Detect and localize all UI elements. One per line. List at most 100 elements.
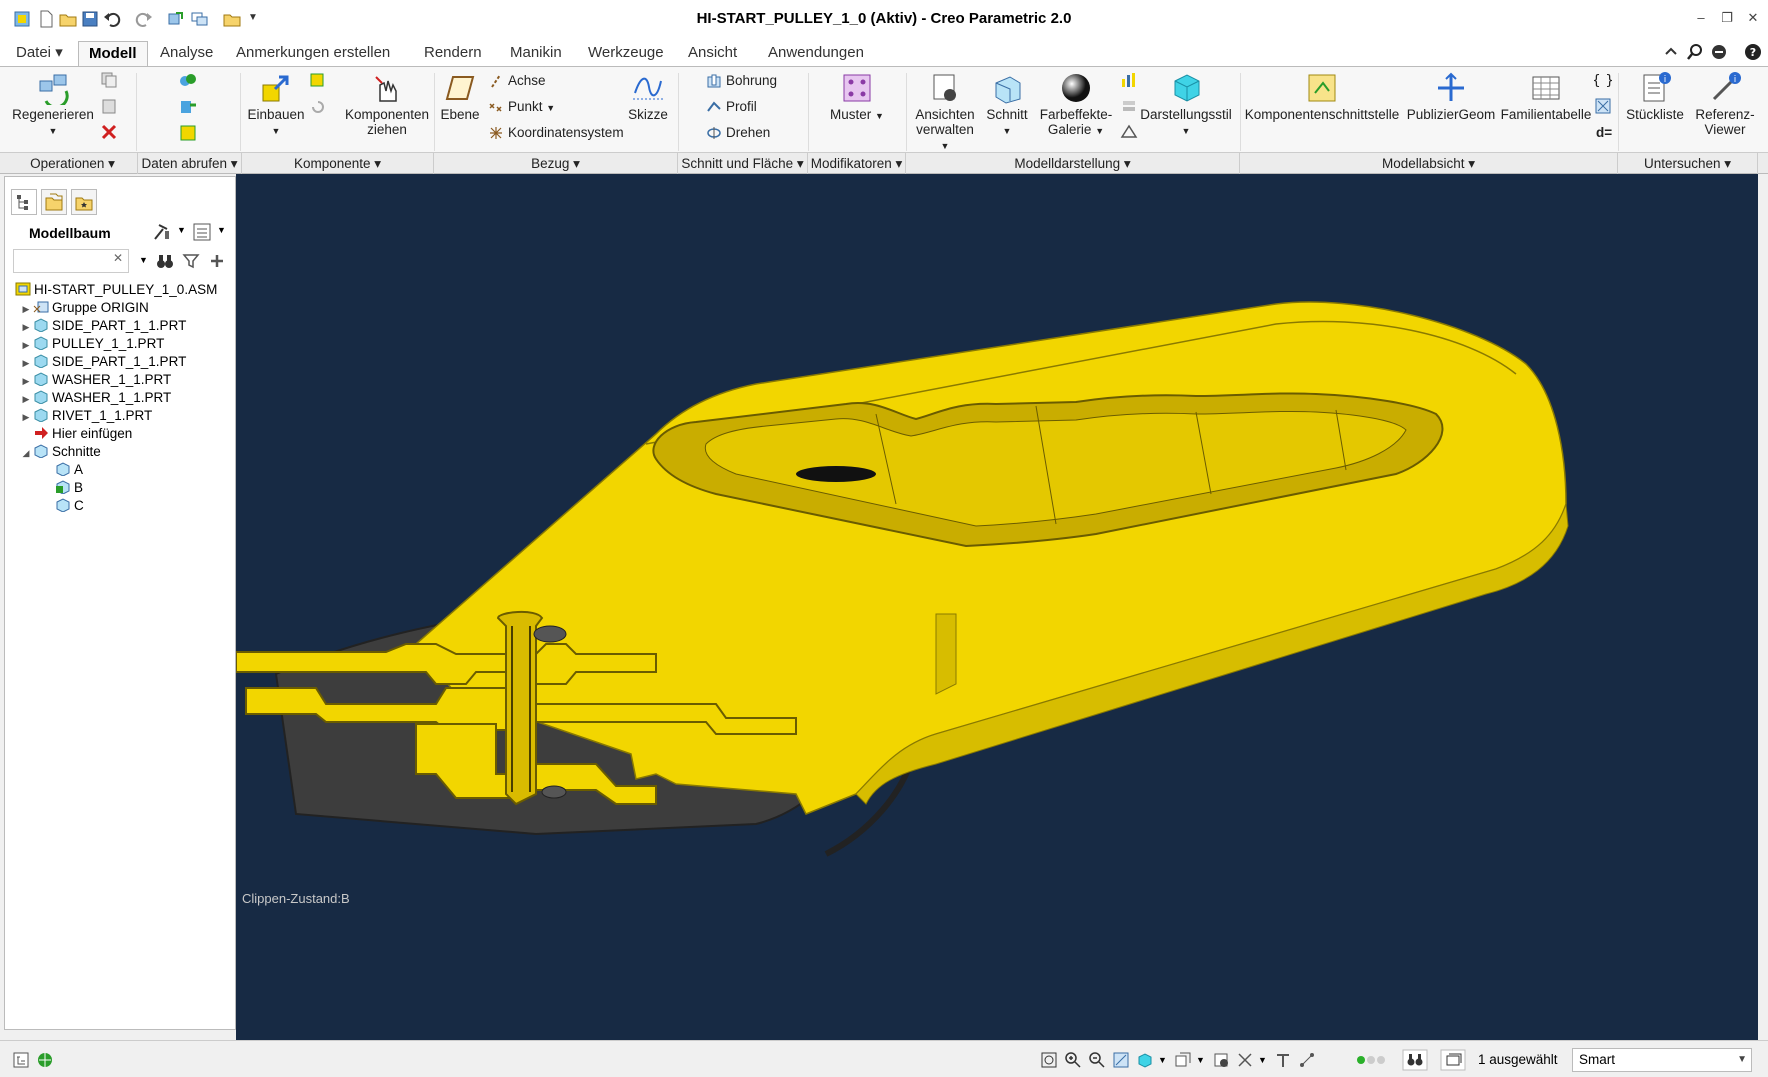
graphics-viewport[interactable] — [235, 174, 1758, 1040]
expand-icon[interactable]: ▶ — [19, 390, 33, 408]
display-style-small-icon[interactable] — [1136, 1051, 1154, 1069]
expand-icon[interactable]: ▶ — [19, 336, 33, 354]
tree-item-side-part-1[interactable]: ▶ SIDE_PART_1_1.PRT — [19, 317, 187, 336]
einbauen-button[interactable]: Einbauen ▼ — [246, 71, 306, 139]
expand-icon[interactable]: ▶ — [19, 372, 33, 390]
tab-favorites[interactable] — [71, 189, 97, 215]
create-component-icon[interactable] — [308, 71, 328, 91]
tree-settings-dropdown-icon[interactable]: ▼ — [177, 225, 186, 235]
perspective-icon[interactable] — [1120, 123, 1138, 141]
drehen-button[interactable]: Drehen — [706, 123, 770, 143]
tab-anmerkungen-erstellen[interactable]: Anmerkungen erstellen — [226, 41, 400, 66]
tab-werkzeuge[interactable]: Werkzeuge — [578, 41, 674, 66]
group-modellabsicht[interactable]: Modellabsicht ▾ — [1240, 153, 1618, 174]
farbeffekte-galerie-button[interactable]: Farbeffekte- Galerie ▼ — [1036, 71, 1116, 139]
tree-item-section-c[interactable]: C — [55, 497, 84, 515]
datum-display-icon[interactable] — [1236, 1051, 1254, 1069]
koordinatensystem-button[interactable]: Koordinatensystem — [488, 123, 624, 143]
expand-icon[interactable]: ▶ — [19, 318, 33, 336]
tab-folder-browser[interactable] — [41, 189, 67, 215]
expand-icon[interactable]: ▶ — [19, 354, 33, 372]
copy-geometry-icon[interactable] — [178, 97, 198, 117]
maximize-button[interactable]: ❐ — [1716, 10, 1738, 28]
ebene-button[interactable]: Ebene — [436, 71, 484, 122]
group-modelldarstellung[interactable]: Modelldarstellung ▾ — [906, 153, 1240, 174]
tab-analyse[interactable]: Analyse — [150, 41, 223, 66]
add-icon[interactable] — [207, 251, 227, 271]
schnitt-button[interactable]: Schnitt ▼ — [982, 71, 1032, 139]
view-manager-small-icon[interactable] — [1212, 1051, 1230, 1069]
tree-item-root-assembly[interactable]: HI-START_PULLEY_1_0.ASM — [15, 281, 217, 299]
publiziergeom-button[interactable]: PublizierGeom — [1404, 71, 1498, 122]
bohrung-button[interactable]: Bohrung — [706, 71, 777, 91]
refit-icon[interactable] — [1040, 1051, 1058, 1069]
minimize-button[interactable]: ‒ — [1690, 10, 1712, 28]
paste-icon[interactable] — [100, 97, 118, 115]
tree-columns-icon[interactable] — [191, 221, 213, 243]
switch-dimensions-button[interactable]: d= — [1596, 123, 1612, 143]
group-komponente[interactable]: Komponente ▾ — [242, 153, 434, 174]
collapse-icon[interactable]: ◢ — [19, 444, 33, 462]
filter-icon[interactable] — [181, 251, 201, 271]
parameters-icon[interactable] — [1594, 97, 1612, 115]
regenerieren-button[interactable]: Regenerieren ▼ — [12, 71, 94, 139]
shrinkwrap-icon[interactable] — [178, 123, 198, 143]
referenz-viewer-button[interactable]: i Referenz- Viewer — [1690, 71, 1760, 137]
muster-button[interactable]: Muster ▼ — [822, 71, 892, 124]
selection-box-icon[interactable] — [1440, 1049, 1466, 1071]
annotation-display-icon[interactable] — [1274, 1051, 1292, 1069]
tree-item-washer-2[interactable]: ▶ WASHER_1_1.PRT — [19, 389, 172, 408]
tree-item-schnitte[interactable]: ◢ Schnitte — [19, 443, 101, 461]
layers-icon[interactable] — [1120, 97, 1138, 115]
tab-datei[interactable]: Datei ▾ — [6, 41, 73, 66]
group-operationen[interactable]: Operationen ▾ — [8, 153, 138, 174]
tab-ansicht[interactable]: Ansicht — [678, 41, 747, 66]
relations-icon[interactable]: { } — [1594, 71, 1612, 89]
tree-item-side-part-2[interactable]: ▶ SIDE_PART_1_1.PRT — [19, 353, 187, 372]
tree-columns-dropdown-icon[interactable]: ▼ — [217, 225, 226, 235]
toggle-browser-icon[interactable] — [36, 1051, 54, 1069]
delete-icon[interactable] — [100, 123, 118, 141]
help-icon[interactable]: ? — [1744, 43, 1762, 61]
tab-anwendungen[interactable]: Anwendungen — [758, 41, 874, 66]
group-schnitt-und-flaeche[interactable]: Schnitt und Fläche ▾ — [678, 153, 808, 174]
display-style-dropdown-icon[interactable]: ▼ — [1158, 1055, 1167, 1065]
display-chart-icon[interactable] — [1120, 71, 1138, 89]
group-modifikatoren[interactable]: Modifikatoren ▾ — [808, 153, 906, 174]
tree-item-rivet[interactable]: ▶ RIVET_1_1.PRT — [19, 407, 153, 426]
tree-search-input[interactable] — [13, 249, 129, 273]
profil-button[interactable]: Profil — [706, 97, 757, 117]
familientabelle-button[interactable]: Familientabelle — [1500, 71, 1592, 122]
collapse-ribbon-icon[interactable] — [1662, 43, 1680, 61]
tree-item-section-a[interactable]: A — [55, 461, 83, 479]
group-untersuchen[interactable]: Untersuchen ▾ — [1618, 153, 1758, 174]
tab-modell[interactable]: Modell — [78, 41, 148, 66]
search-icon[interactable] — [1686, 43, 1704, 61]
tree-item-section-b[interactable]: B — [55, 479, 83, 497]
zoom-out-icon[interactable] — [1088, 1051, 1106, 1069]
copy-icon[interactable] — [100, 71, 118, 89]
spin-center-icon[interactable] — [1298, 1051, 1316, 1069]
saved-orientations-icon[interactable] — [1174, 1051, 1192, 1069]
user-defined-feature-icon[interactable] — [178, 71, 198, 91]
tree-item-gruppe-origin[interactable]: ▶ Gruppe ORIGIN — [19, 299, 149, 317]
group-daten-abrufen[interactable]: Daten abrufen ▾ — [138, 153, 242, 174]
datum-dropdown-icon[interactable]: ▼ — [1258, 1055, 1267, 1065]
punkt-button[interactable]: Punkt ▼ — [488, 97, 555, 117]
repaint-icon[interactable] — [1112, 1051, 1130, 1069]
expand-icon[interactable]: ▶ — [19, 408, 33, 426]
orientations-dropdown-icon[interactable]: ▼ — [1196, 1055, 1205, 1065]
achse-button[interactable]: Achse — [488, 71, 546, 91]
search-dropdown-icon[interactable]: ▼ — [139, 255, 148, 265]
find-icon[interactable] — [1402, 1049, 1428, 1071]
tab-manikin[interactable]: Manikin — [500, 41, 572, 66]
selection-filter-dropdown[interactable]: Smart ▼ — [1572, 1048, 1752, 1072]
stueckliste-button[interactable]: i Stückliste — [1620, 71, 1690, 122]
tree-item-hier-einfuegen[interactable]: Hier einfügen — [33, 425, 132, 443]
tree-settings-icon[interactable] — [151, 221, 173, 243]
find-binoculars-icon[interactable] — [155, 251, 175, 271]
clear-search-icon[interactable]: ✕ — [113, 251, 123, 265]
expand-icon[interactable]: ▶ — [19, 300, 33, 318]
close-button[interactable]: ✕ — [1742, 10, 1764, 28]
ansichten-verwalten-button[interactable]: Ansichten verwalten ▼ — [910, 71, 980, 154]
